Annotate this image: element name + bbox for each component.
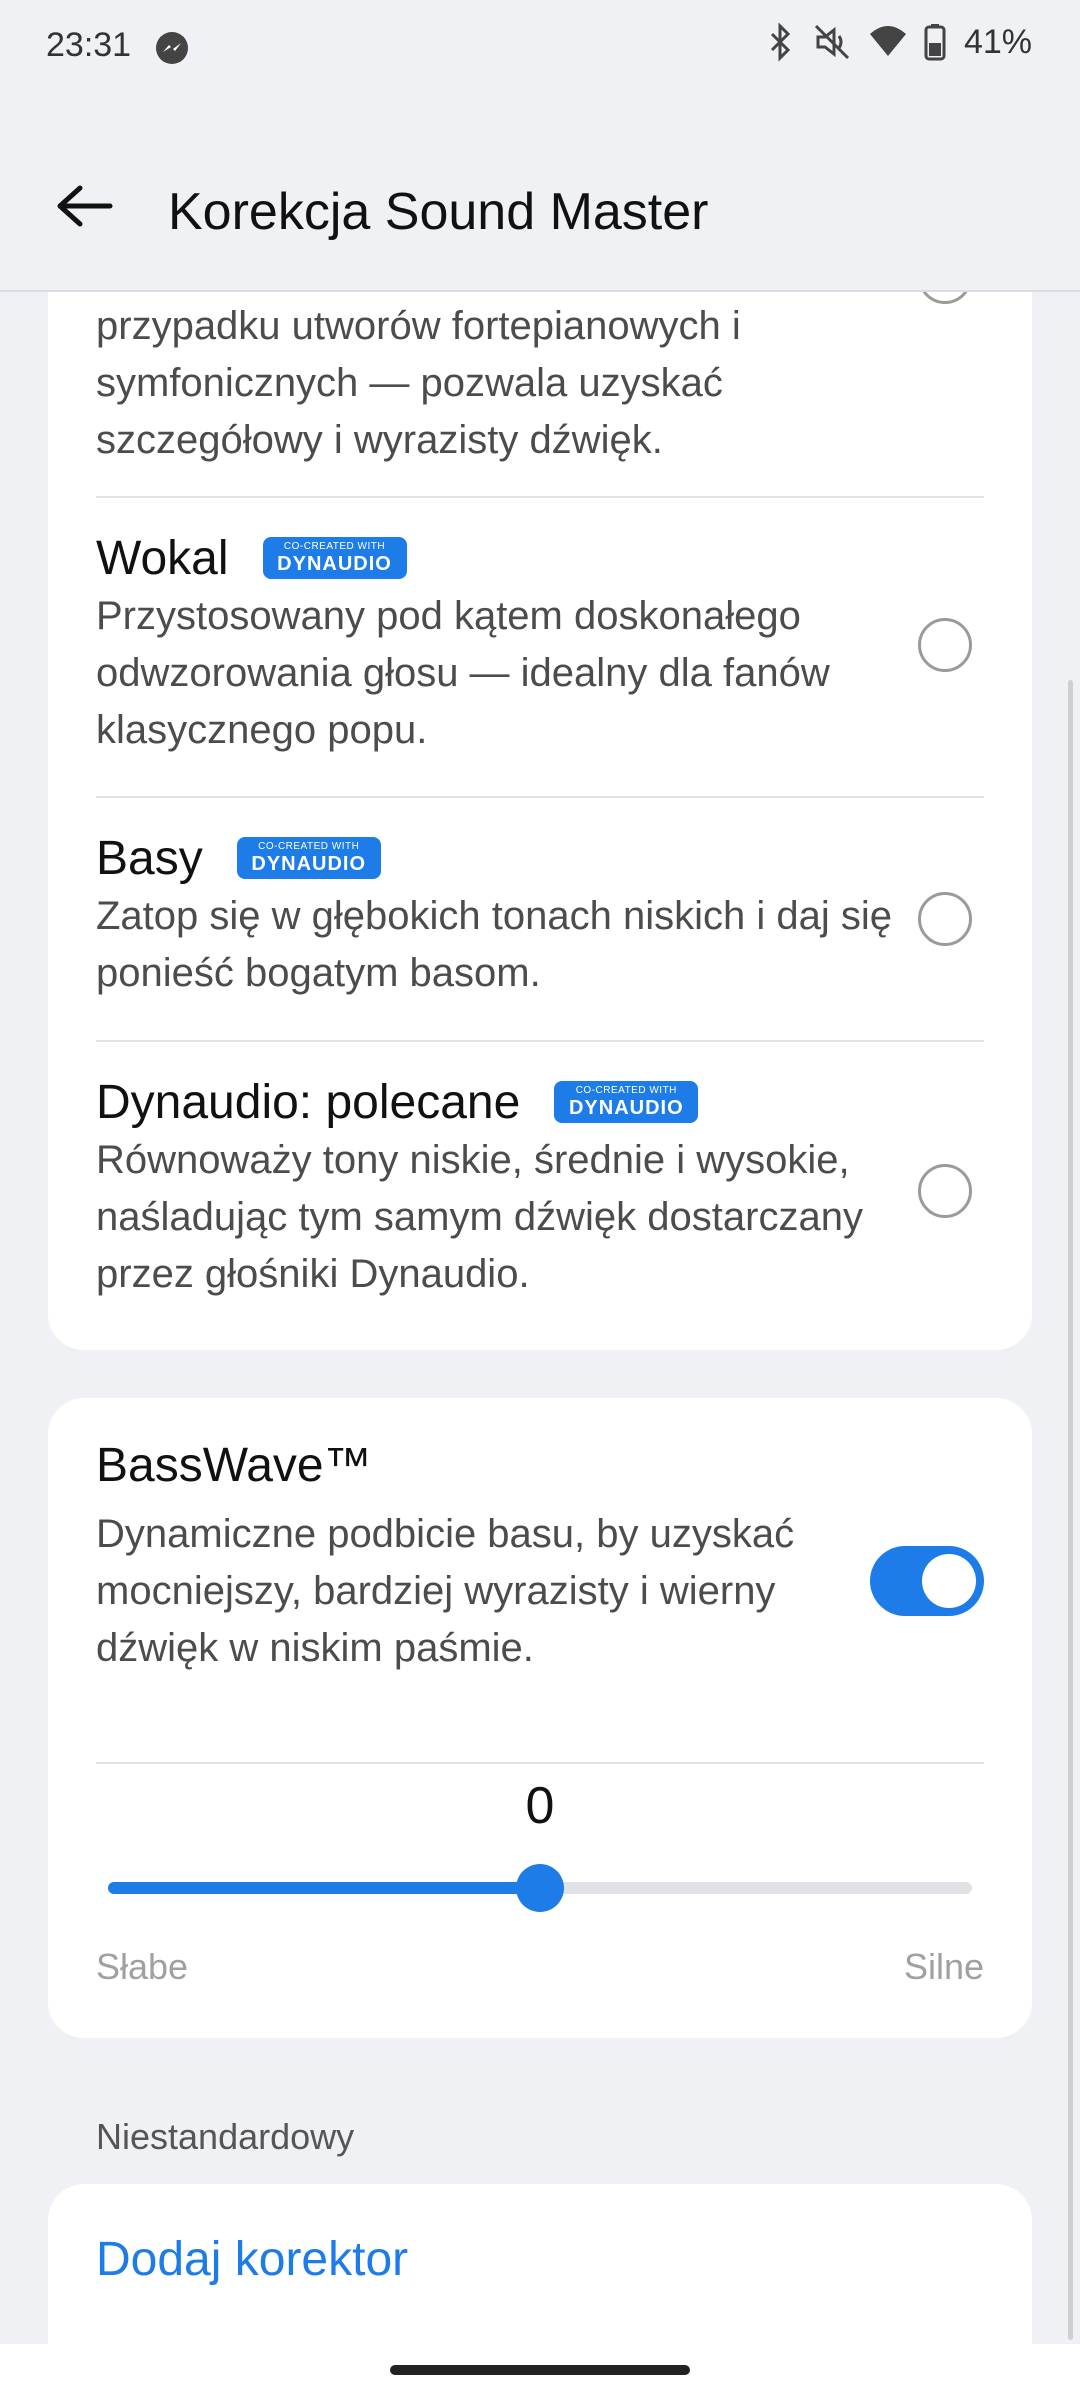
basswave-slider[interactable]	[108, 1864, 972, 1912]
slider-min-label: Słabe	[96, 1946, 189, 1987]
preset-radio-basy[interactable]	[918, 892, 972, 946]
dynaudio-badge: CO-CREATED WITH DYNAUDIO	[236, 837, 381, 879]
preset-option-dynaudio[interactable]: Dynaudio: polecane CO-CREATED WITH DYNAU…	[96, 1072, 984, 1303]
back-button[interactable]	[44, 176, 124, 236]
basswave-toggle[interactable]	[870, 1546, 984, 1616]
messenger-icon	[154, 30, 190, 66]
scrollbar[interactable]	[1068, 680, 1073, 2340]
slider-value: 0	[525, 1777, 555, 1835]
add-equalizer-button[interactable]: Dodaj korektor	[96, 2232, 408, 2287]
equalizer-presets-card: przypadku utworów fortepianowych i symfo…	[48, 260, 1032, 1350]
preset-option-basy[interactable]: Basy CO-CREATED WITH DYNAUDIO Zatop się …	[96, 828, 984, 1002]
battery-icon	[924, 23, 946, 61]
slider-fill	[108, 1882, 540, 1894]
preset-description: Równoważy tony niskie, średnie i wysokie…	[96, 1138, 863, 1296]
page-title: Korekcja Sound Master	[168, 183, 709, 241]
preset-option-classical[interactable]: przypadku utworów fortepianowych i symfo…	[96, 298, 984, 469]
preset-radio-dynaudio[interactable]	[918, 1164, 972, 1218]
section-label-custom: Niestandardowy	[96, 2116, 355, 2157]
divider	[96, 496, 984, 498]
preset-title: Dynaudio: polecane	[96, 1075, 521, 1129]
divider	[96, 796, 984, 798]
dynaudio-badge: CO-CREATED WITH DYNAUDIO	[554, 1081, 699, 1123]
bluetooth-icon	[766, 22, 796, 62]
mute-icon	[812, 22, 852, 62]
arrow-back-icon	[57, 185, 113, 227]
app-bar: Korekcja Sound Master	[0, 96, 1080, 292]
preset-title: Wokal	[96, 531, 229, 585]
preset-title: Basy	[96, 831, 203, 885]
custom-eq-card: Dodaj korektor	[48, 2184, 1032, 2344]
preset-radio-wokal[interactable]	[918, 618, 972, 672]
preset-option-wokal[interactable]: Wokal CO-CREATED WITH DYNAUDIO Przystoso…	[96, 528, 984, 759]
battery-percent: 41%	[963, 22, 1032, 61]
divider	[96, 1762, 984, 1764]
preset-description: Zatop się w głębokich tonach niskich i d…	[96, 894, 892, 995]
toggle-knob	[922, 1554, 976, 1608]
home-indicator[interactable]	[390, 2365, 690, 2375]
slider-max-label: Silne	[903, 1946, 984, 1987]
slider-thumb[interactable]	[516, 1864, 564, 1912]
preset-description: przypadku utworów fortepianowych i symfo…	[96, 304, 741, 462]
divider	[96, 1040, 984, 1042]
dynaudio-badge: CO-CREATED WITH DYNAUDIO	[262, 537, 407, 579]
basswave-title: BassWave™	[96, 1439, 372, 1492]
basswave-description: Dynamiczne podbicie basu, by uzyskać moc…	[96, 1512, 795, 1670]
basswave-card: BassWave™ Dynamiczne podbicie basu, by u…	[48, 1398, 1032, 2038]
status-time: 23:31	[46, 26, 132, 64]
status-bar: 23:31 41%	[0, 0, 1080, 96]
preset-description: Przystosowany pod kątem doskonałego odwz…	[96, 594, 830, 752]
wifi-icon	[868, 24, 908, 60]
